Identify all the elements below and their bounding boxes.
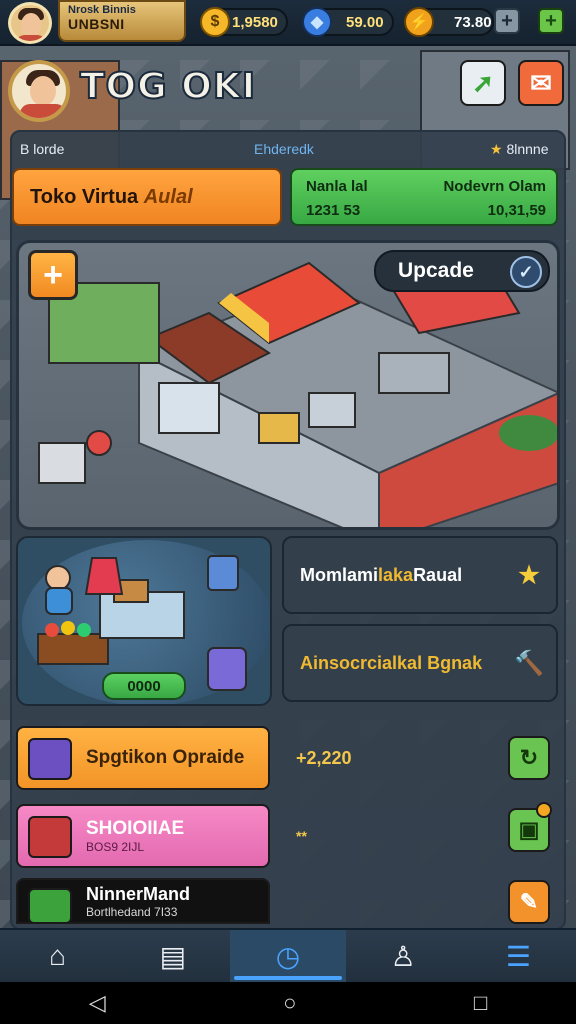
ranking-icon: ♙: [390, 940, 416, 972]
gem-icon: ◆: [302, 7, 332, 37]
header-center-label[interactable]: Ehderedk: [254, 141, 314, 157]
home-icon: ⌂: [49, 940, 67, 971]
chest-icon: [28, 738, 72, 780]
refresh-icon: ↻: [519, 745, 539, 770]
shop-icon: ▤: [159, 940, 187, 972]
android-nav-bar: ◁ ○ □: [0, 982, 576, 1024]
nav-home[interactable]: ⌂: [0, 930, 115, 982]
stats-right-value: 10,31,59: [487, 202, 546, 219]
edit-button[interactable]: ✎: [508, 880, 550, 924]
upgrade-button[interactable]: Upcade ✓: [374, 250, 550, 292]
hammer-icon: 🔨: [514, 649, 544, 677]
add-energy-button[interactable]: +: [494, 8, 520, 34]
face: [21, 13, 41, 37]
home-circle-icon[interactable]: ○: [283, 990, 296, 1016]
energy-icon: ⚡: [404, 7, 434, 37]
coin-icon: $: [200, 7, 230, 37]
menu-icon: ☰: [505, 940, 531, 972]
share-button[interactable]: ➚: [460, 60, 506, 106]
add-item-button[interactable]: +: [28, 250, 78, 300]
player-info[interactable]: Nrosk Binnis UNBSNI: [58, 0, 186, 42]
shirt: [15, 35, 47, 41]
nav-shop[interactable]: ▤: [115, 930, 230, 982]
face: [30, 76, 56, 106]
price-button[interactable]: 0000: [102, 672, 186, 700]
action-card-1[interactable]: Momlami laka Raual ★: [282, 536, 558, 614]
nav-menu[interactable]: ☰: [461, 930, 576, 982]
row-2-value: **: [296, 828, 307, 844]
gems-counter[interactable]: ◆ 59.00: [302, 7, 394, 37]
nav-compass[interactable]: ◷: [230, 930, 346, 982]
list-item-3[interactable]: NinnerMand Bortlhedand 7I33: [16, 878, 270, 924]
energy-value: 73.80: [454, 13, 492, 31]
check-icon: ✓: [510, 256, 542, 288]
add-resource-button[interactable]: +: [538, 8, 564, 34]
action-card-2[interactable]: Ainsocrcial kal Bgnak 🔨: [282, 624, 558, 702]
refresh-button[interactable]: ↻: [508, 736, 550, 780]
crate-icon: [28, 888, 72, 924]
box-icon: ▣: [518, 817, 540, 842]
star-icon: ★: [518, 561, 540, 589]
notification-dot: [536, 802, 552, 818]
store-button[interactable]: Toko Virtua Aulal: [12, 168, 282, 226]
energy-counter[interactable]: ⚡ 73.80: [404, 7, 494, 37]
list-item-2[interactable]: SHOIOIIAE BOS9 2IJL: [16, 804, 270, 868]
stats-left-label: Nanla lal: [306, 178, 368, 195]
top-bar: Nrosk Binnis UNBSNI $ 1,9580 ◆ 59.00 ⚡ 7…: [0, 0, 576, 46]
coins-value: 1,9580: [232, 13, 278, 31]
star-icon: ★: [490, 141, 503, 157]
bottom-nav: ⌂ ▤ ◷ ♙ ☰: [0, 928, 576, 982]
player-subtitle: UNBSNI: [68, 16, 125, 32]
back-icon[interactable]: ◁: [89, 990, 106, 1016]
pencil-icon: ✎: [519, 889, 539, 914]
player-avatar-small[interactable]: [8, 2, 52, 44]
gift-icon: [28, 816, 72, 858]
list-item-1[interactable]: Spgtikon Opraide: [16, 726, 270, 790]
compass-icon: ◷: [275, 940, 301, 972]
player-avatar[interactable]: [8, 60, 70, 122]
mail-icon: ✉: [530, 67, 552, 98]
recent-apps-icon[interactable]: □: [474, 990, 487, 1016]
player-name: Nrosk Binnis: [68, 4, 136, 16]
game-title: TOG OKI: [79, 65, 257, 108]
header-right-label: ★ 8lnnne: [490, 141, 549, 157]
mail-button[interactable]: ✉: [518, 60, 564, 106]
nav-ranking[interactable]: ♙: [346, 930, 461, 982]
share-icon: ➚: [472, 67, 494, 98]
stats-right-label: Nodevrn Olam: [443, 178, 546, 195]
row-1-value: +2,220: [296, 748, 352, 768]
stats-left-value: 1231 53: [306, 202, 361, 219]
gems-value: 59.00: [346, 13, 384, 31]
header-left-label: B lorde: [20, 141, 65, 157]
stats-box: Nanla lal 1231 53 Nodevrn Olam 10,31,59: [290, 168, 558, 226]
coins-counter[interactable]: $ 1,9580: [200, 7, 288, 37]
